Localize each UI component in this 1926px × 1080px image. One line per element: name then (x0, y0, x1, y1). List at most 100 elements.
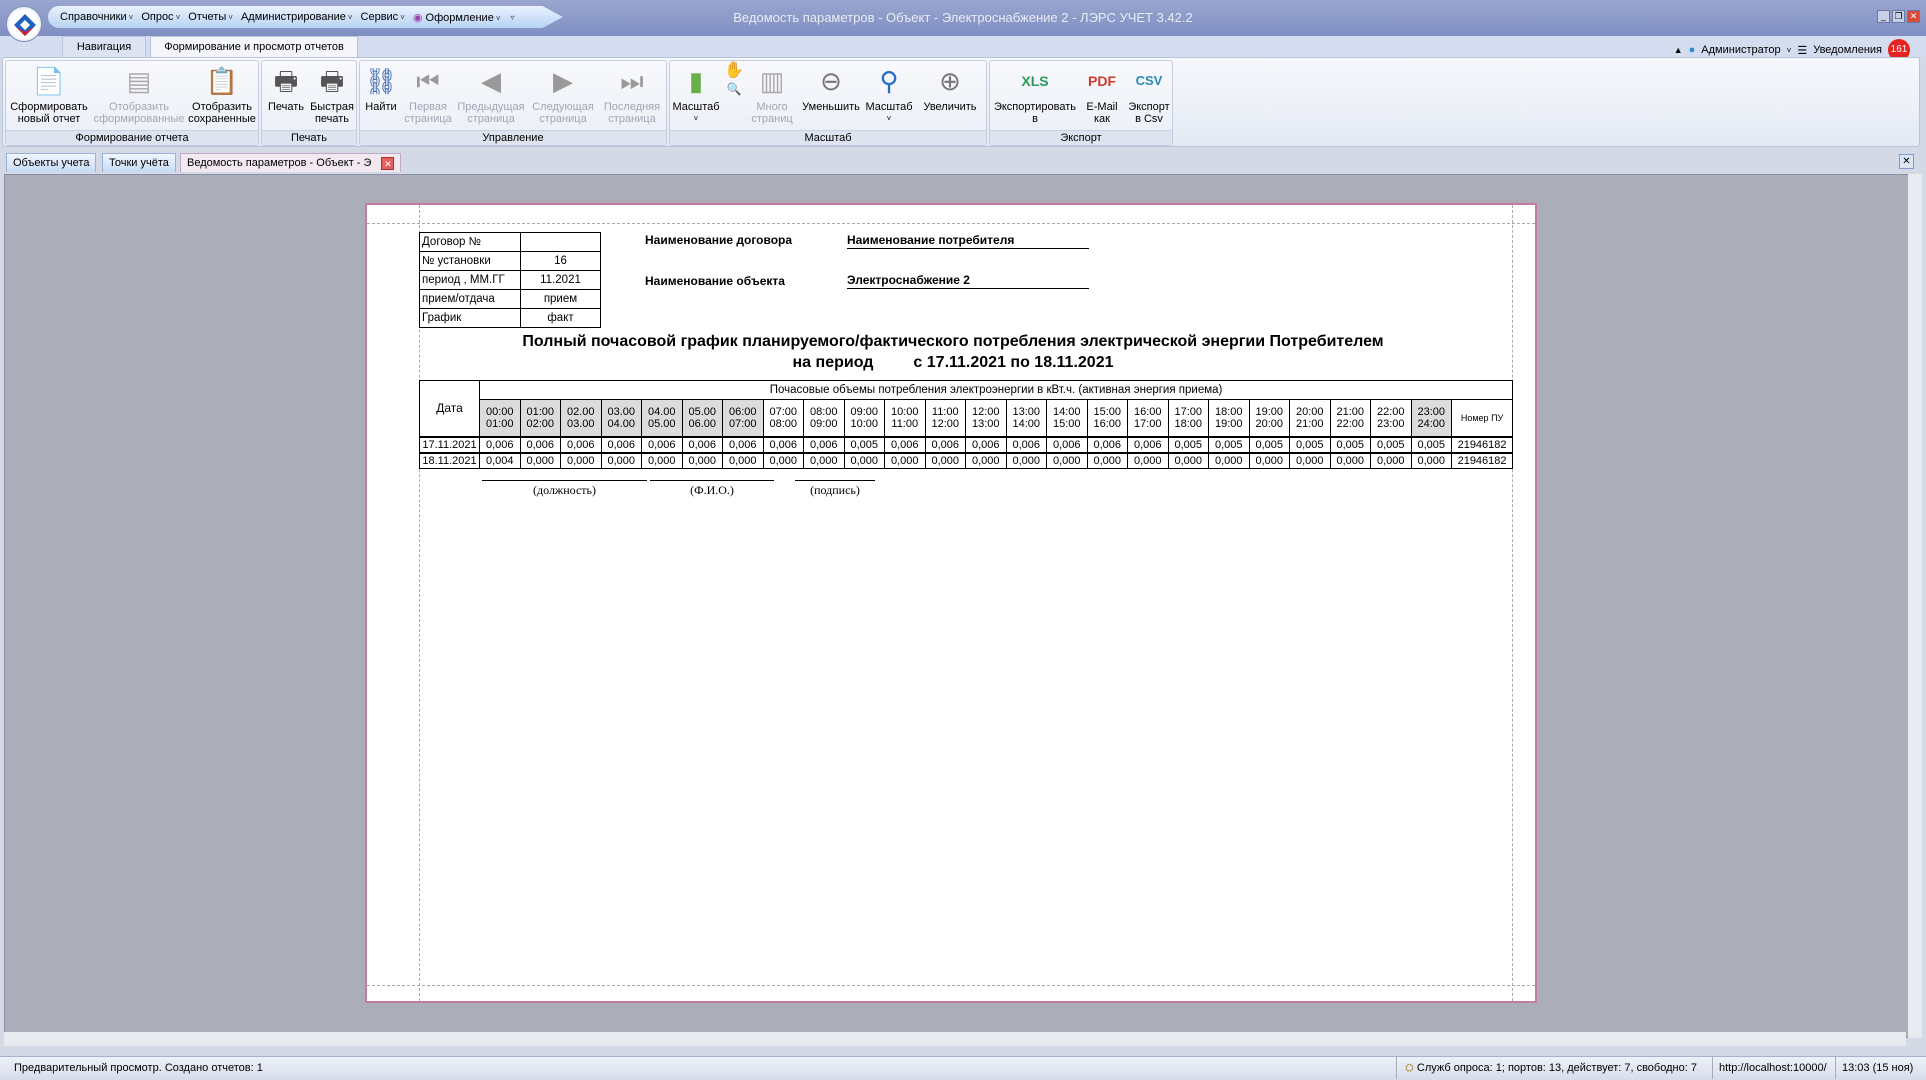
notifications-button[interactable]: Уведомления (1813, 44, 1882, 56)
menu-service[interactable]: Сервис ˅ (361, 11, 405, 23)
value-cell: 0,006 (924, 435, 966, 453)
plug-icon: ⛭ (1405, 1062, 1414, 1074)
report-page: Договор № № установки 16 период , ММ.ГГ 11.2… (365, 203, 1537, 1003)
value-cell: 0,006 (641, 435, 683, 453)
user-menu[interactable]: Администратор (1701, 44, 1780, 56)
menu-admin[interactable]: Администрирование ˅ (241, 11, 353, 23)
print-button[interactable]: 🖶 Печать (264, 65, 308, 113)
prev-page-icon: ◀ (481, 66, 501, 96)
clock: 13:03 (15 ноя) (1835, 1057, 1913, 1079)
object-value: Электроснабжение 2 (847, 273, 1089, 289)
position-signature: (должность) (482, 480, 647, 498)
magnifier-small-icon: 🔍 (726, 82, 742, 96)
theme-icon: ◉ (412, 11, 423, 24)
menu-reports[interactable]: Отчеты ˅ (188, 11, 233, 23)
doc-tab-report[interactable]: Ведомость параметров - Объект - Э ✕ (180, 153, 402, 172)
hour-header: 22:00 23:00 (1370, 399, 1412, 437)
app-logo[interactable] (6, 6, 42, 42)
value-cell: 0,000 (681, 451, 723, 469)
value-cell: 0,005 (1370, 435, 1412, 453)
pdf-icon: PDF (1088, 73, 1116, 89)
meter-header: Номер ПУ (1450, 399, 1514, 437)
value-cell: 0,006 (600, 435, 642, 453)
vertical-scrollbar[interactable] (1908, 174, 1922, 1038)
hand-icon: ✋ (724, 62, 744, 79)
multi-page-icon: ▥ (759, 66, 785, 96)
first-page-button[interactable]: ⏮ Первая страница (404, 65, 452, 125)
collapse-ribbon-icon[interactable]: ▲ (1674, 45, 1683, 55)
value-cell: 0,005 (1329, 435, 1371, 453)
value-cell: 0,006 (1127, 435, 1169, 453)
meter-cell: 21946182 (1450, 451, 1514, 469)
hand-tool-button[interactable]: ✋ 🔍 (724, 62, 744, 96)
next-page-button[interactable]: ▶ Следующая страница (528, 65, 598, 125)
last-page-button[interactable]: ⏭ Последняя страница (600, 65, 664, 125)
value-cell: 0,000 (519, 451, 561, 469)
info-label: График (419, 308, 521, 328)
zoom-mode-button[interactable]: ▮ Масштаб ˅ (672, 65, 720, 125)
menu-appearance[interactable]: ◉ Оформление ˅ (413, 11, 501, 24)
value-cell: 0,005 (843, 435, 885, 453)
hour-header: 04.00 05.00 (641, 399, 683, 437)
restore-button[interactable]: ❐ (1892, 10, 1905, 23)
export-csv-button[interactable]: CSV Экспорт в Csv (1126, 65, 1172, 125)
value-cell: 0,000 (1046, 451, 1088, 469)
info-label: период , ММ.ГГ (419, 270, 521, 290)
value-cell: 0,000 (1086, 451, 1128, 469)
doc-tab-metering-points[interactable]: Точки учёта (102, 153, 176, 172)
hour-header: 09:00 10:00 (843, 399, 885, 437)
group-zoom: ▮ Масштаб ˅ ✋ 🔍 ▥ Много страниц ⊖ Уменьшить ⚲… (669, 60, 987, 146)
find-button[interactable]: ⛓ Найти (362, 65, 400, 113)
name-signature: (Ф.И.О.) (650, 480, 774, 498)
hour-header: 03.00 04.00 (600, 399, 642, 437)
new-report-button[interactable]: 📄 Сформировать новый отчет (10, 65, 88, 125)
tab-reports[interactable]: Формирование и просмотр отчетов (150, 36, 358, 57)
value-cell: 0,000 (1127, 451, 1169, 469)
value-cell: 0,000 (762, 451, 804, 469)
value-cell: 0,000 (560, 451, 602, 469)
hour-header: 23:00 24:00 (1410, 399, 1452, 437)
next-page-icon: ▶ (553, 66, 573, 96)
minimize-button[interactable]: _ (1877, 10, 1890, 23)
export-to-button[interactable]: XLS Экспортировать в (992, 65, 1078, 125)
menu-directories[interactable]: Справочники ˅ (60, 11, 133, 23)
main-menu: Справочники ˅ Опрос ˅ Отчеты ˅ Администриро… (48, 6, 563, 28)
quick-print-icon: 🖶 (319, 66, 345, 96)
table-row: 17.11.2021 0,006 0,006 0,006 0,006 0,006 0,006… (419, 435, 1514, 453)
contract-value: Наименование потребителя (847, 233, 1089, 249)
close-button[interactable]: ✕ (1907, 10, 1920, 23)
prev-page-button[interactable]: ◀ Предыдущая страница (456, 65, 526, 125)
zoom-button[interactable]: ⚲ Масштаб ˅ (862, 65, 916, 125)
value-cell: 0,005 (1167, 435, 1209, 453)
value-cell: 0,006 (884, 435, 926, 453)
info-label: Договор № (419, 232, 521, 252)
value-cell: 0,006 (1086, 435, 1128, 453)
hour-header: 00:00 01:00 (479, 399, 521, 437)
last-page-icon: ⏭ (620, 66, 644, 96)
hour-header: 14:00 15:00 (1046, 399, 1088, 437)
close-tab-icon[interactable]: ✕ (381, 156, 395, 170)
value-cell: 0,006 (722, 435, 764, 453)
hour-header: 16:00 17:00 (1127, 399, 1169, 437)
close-all-tabs-button[interactable]: ✕ (1899, 154, 1914, 169)
multi-page-button[interactable]: ▥ Много страниц (746, 65, 798, 125)
quick-print-button[interactable]: 🖶 Быстрая печать (308, 65, 356, 125)
menu-polling[interactable]: Опрос ˅ (141, 11, 180, 23)
email-as-button[interactable]: PDF E-Mail как (1080, 65, 1124, 125)
ribbon: 📄 Сформировать новый отчет ▤ Отобразить сф… (2, 57, 1920, 147)
zoom-out-button[interactable]: ⊖ Уменьшить (800, 65, 862, 113)
value-cell: 0,000 (600, 451, 642, 469)
horizontal-scrollbar[interactable] (4, 1032, 1906, 1046)
services-status: ⛭ Служб опроса: 1; портов: 13, действует… (1396, 1057, 1697, 1079)
zoom-in-button[interactable]: ⊕ Увеличить (918, 65, 982, 113)
printer-icon: 🖶 (273, 66, 299, 96)
value-cell: 0,006 (803, 435, 845, 453)
customize-quick-access-icon[interactable]: ▿ (510, 13, 514, 22)
doc-tab-accounting-objects[interactable]: Объекты учета (6, 153, 97, 172)
show-saved-button[interactable]: 📋 Отобразить сохраненные (186, 65, 258, 125)
value-cell: 0,000 (1329, 451, 1371, 469)
tab-navigation[interactable]: Навигация (62, 36, 146, 57)
show-generated-button[interactable]: ▤ Отобразить сформированные (92, 65, 186, 125)
group-export: XLS Экспортировать в PDF E-Mail как CSV Экс… (989, 60, 1173, 146)
value-cell: 0,000 (1005, 451, 1047, 469)
